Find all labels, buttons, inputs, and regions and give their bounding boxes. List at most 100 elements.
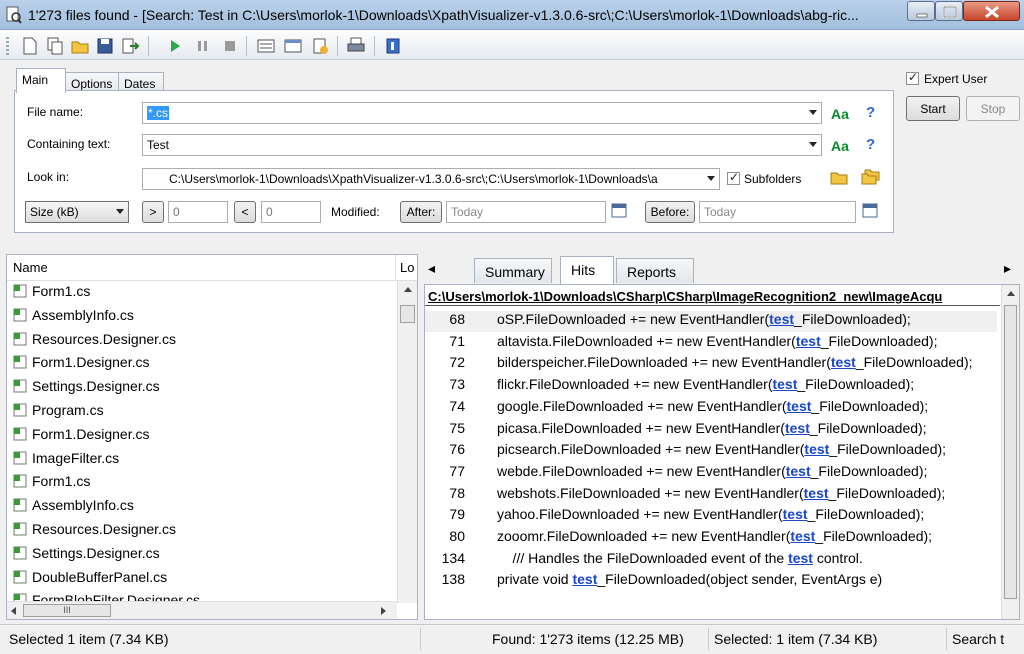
calendar-icon[interactable] [862,202,878,218]
look-in-combobox[interactable]: C:\Users\morlok-1\Downloads\XpathVisuali… [142,168,720,190]
hit-row[interactable]: 80 zooomr.FileDownloaded += new EventHand… [425,528,997,549]
hit-keyword[interactable]: test [785,420,810,436]
hit-keyword[interactable]: test [769,311,794,327]
tab-scroll-left-icon[interactable]: ◂ [428,260,435,277]
file-list-scroll-thumb[interactable] [400,305,415,323]
list-item[interactable]: Resources.Designer.cs [13,331,176,353]
column-header-name[interactable]: Name [7,255,395,281]
subfolders-checkbox[interactable] [727,170,740,185]
export-icon[interactable] [120,37,140,55]
after-button[interactable]: After: [400,201,442,223]
expert-user-checkbox[interactable] [906,70,919,85]
hits-scroll-thumb[interactable] [1004,305,1017,599]
hit-row[interactable]: 73 flickr.FileDownloaded += new EventHand… [425,376,997,397]
save-icon[interactable] [95,37,115,55]
column-header-location[interactable]: Lo [395,255,417,281]
hit-file-path[interactable]: C:\Users\morlok-1\Downloads\CSharp\CShar… [428,289,998,304]
stop-icon[interactable] [220,37,240,55]
list-item[interactable]: Form1.cs [13,473,90,495]
window-layout-icon[interactable] [283,37,303,55]
hit-row[interactable]: 68 oSP.FileDownloaded += new EventHandler… [425,311,997,332]
less-than-input[interactable]: 0 [261,201,321,223]
list-item[interactable]: ImageFilter.cs [13,450,119,472]
file-name-combobox[interactable]: *.cs [142,102,822,124]
list-item[interactable]: Program.cs [13,402,104,424]
list-item[interactable]: Form1.Designer.cs [13,426,149,448]
scroll-up-icon[interactable] [404,287,412,292]
before-date-input[interactable]: Today [699,201,856,223]
list-item[interactable]: AssemblyInfo.cs [13,307,134,329]
greater-than-button[interactable]: > [142,201,164,223]
hit-row[interactable]: 74 google.FileDownloaded += new EventHand… [425,398,997,419]
list-item[interactable]: AssemblyInfo.cs [13,497,134,519]
hit-keyword[interactable]: test [831,354,856,370]
scroll-right-icon[interactable] [381,607,386,615]
list-item[interactable]: Settings.Designer.cs [13,378,160,400]
tab-main[interactable]: Main [16,68,66,93]
hit-row[interactable]: 72 bilderspeicher.FileDownloaded += new E… [425,354,997,375]
list-item[interactable]: Resources.Designer.cs [13,521,176,543]
size-select[interactable]: Size (kB) [25,201,129,223]
tab-summary[interactable]: Summary [474,258,552,283]
new-document-icon[interactable] [20,37,40,55]
help-file-name-icon[interactable]: ? [866,104,875,121]
greater-than-input[interactable]: 0 [168,201,228,223]
before-button[interactable]: Before: [645,201,695,223]
list-item[interactable]: DoubleBufferPanel.cs [13,569,167,591]
file-list-hscroll-thumb[interactable]: III [23,604,111,617]
maximize-button[interactable] [935,1,963,21]
list-item[interactable]: Settings.Designer.cs [13,545,160,567]
hit-keyword[interactable]: test [804,485,829,501]
match-case-text-icon[interactable]: Aa [831,138,849,154]
match-case-file-icon[interactable]: Aa [831,106,849,122]
hit-row[interactable]: 79 yahoo.FileDownloaded += new EventHandl… [425,506,997,527]
file-list-vertical-scrollbar[interactable] [397,281,417,603]
hit-row[interactable]: 77 webde.FileDownloaded += new EventHandl… [425,463,997,484]
help-containing-icon[interactable]: ? [866,136,875,153]
chevron-down-icon[interactable] [809,110,817,115]
copy-document-icon[interactable] [45,37,65,55]
scroll-up-icon[interactable] [1007,291,1015,296]
scroll-left-icon[interactable] [11,607,16,615]
list-item[interactable]: Form1.Designer.cs [13,354,149,376]
pause-icon[interactable] [193,37,213,55]
list-view-icon[interactable] [256,37,276,55]
list-item[interactable]: Form1.cs [13,283,90,305]
containing-text-combobox[interactable]: Test [142,134,822,156]
hit-keyword[interactable]: test [572,571,597,587]
file-list-horizontal-scrollbar[interactable]: III [7,601,397,619]
chevron-down-icon[interactable] [116,209,124,214]
chevron-down-icon[interactable] [809,142,817,147]
hit-row[interactable]: 76 picsearch.FileDownloaded += new EventH… [425,441,997,462]
hit-keyword[interactable]: test [796,333,821,349]
calendar-icon[interactable] [611,202,627,218]
hit-keyword[interactable]: test [783,506,808,522]
close-button[interactable] [963,1,1020,21]
help-book-icon[interactable] [383,37,403,55]
hit-keyword[interactable]: test [787,398,812,414]
hit-keyword[interactable]: test [790,528,815,544]
hit-row[interactable]: 134 /// Handles the FileDownloaded event… [425,550,997,571]
hit-keyword[interactable]: test [786,463,811,479]
print-icon[interactable] [346,37,366,55]
hits-vertical-scrollbar[interactable] [1001,285,1019,619]
hit-keyword[interactable]: test [788,550,813,566]
play-icon[interactable] [165,37,185,55]
folder-icon[interactable] [830,169,848,185]
tab-scroll-right-icon[interactable]: ▸ [1004,260,1011,277]
hit-keyword[interactable]: test [804,441,829,457]
after-date-input[interactable]: Today [446,201,606,223]
tab-hits[interactable]: Hits [560,256,614,284]
hit-row[interactable]: 75 picasa.FileDownloaded += new EventHand… [425,420,997,441]
tab-reports[interactable]: Reports [616,258,694,283]
stop-button[interactable]: Stop [966,96,1020,121]
minimize-button[interactable] [907,1,935,21]
less-than-button[interactable]: < [234,201,256,223]
hit-row[interactable]: 78 webshots.FileDownloaded += new EventHa… [425,485,997,506]
start-button[interactable]: Start [906,96,960,121]
hit-row[interactable]: 71 altavista.FileDownloaded += new EventH… [425,333,997,354]
hit-row[interactable]: 138 private void test_FileDownloaded(obje… [425,571,997,592]
folders-icon[interactable] [861,168,881,186]
report-icon[interactable] [310,37,330,55]
chevron-down-icon[interactable] [707,176,715,181]
